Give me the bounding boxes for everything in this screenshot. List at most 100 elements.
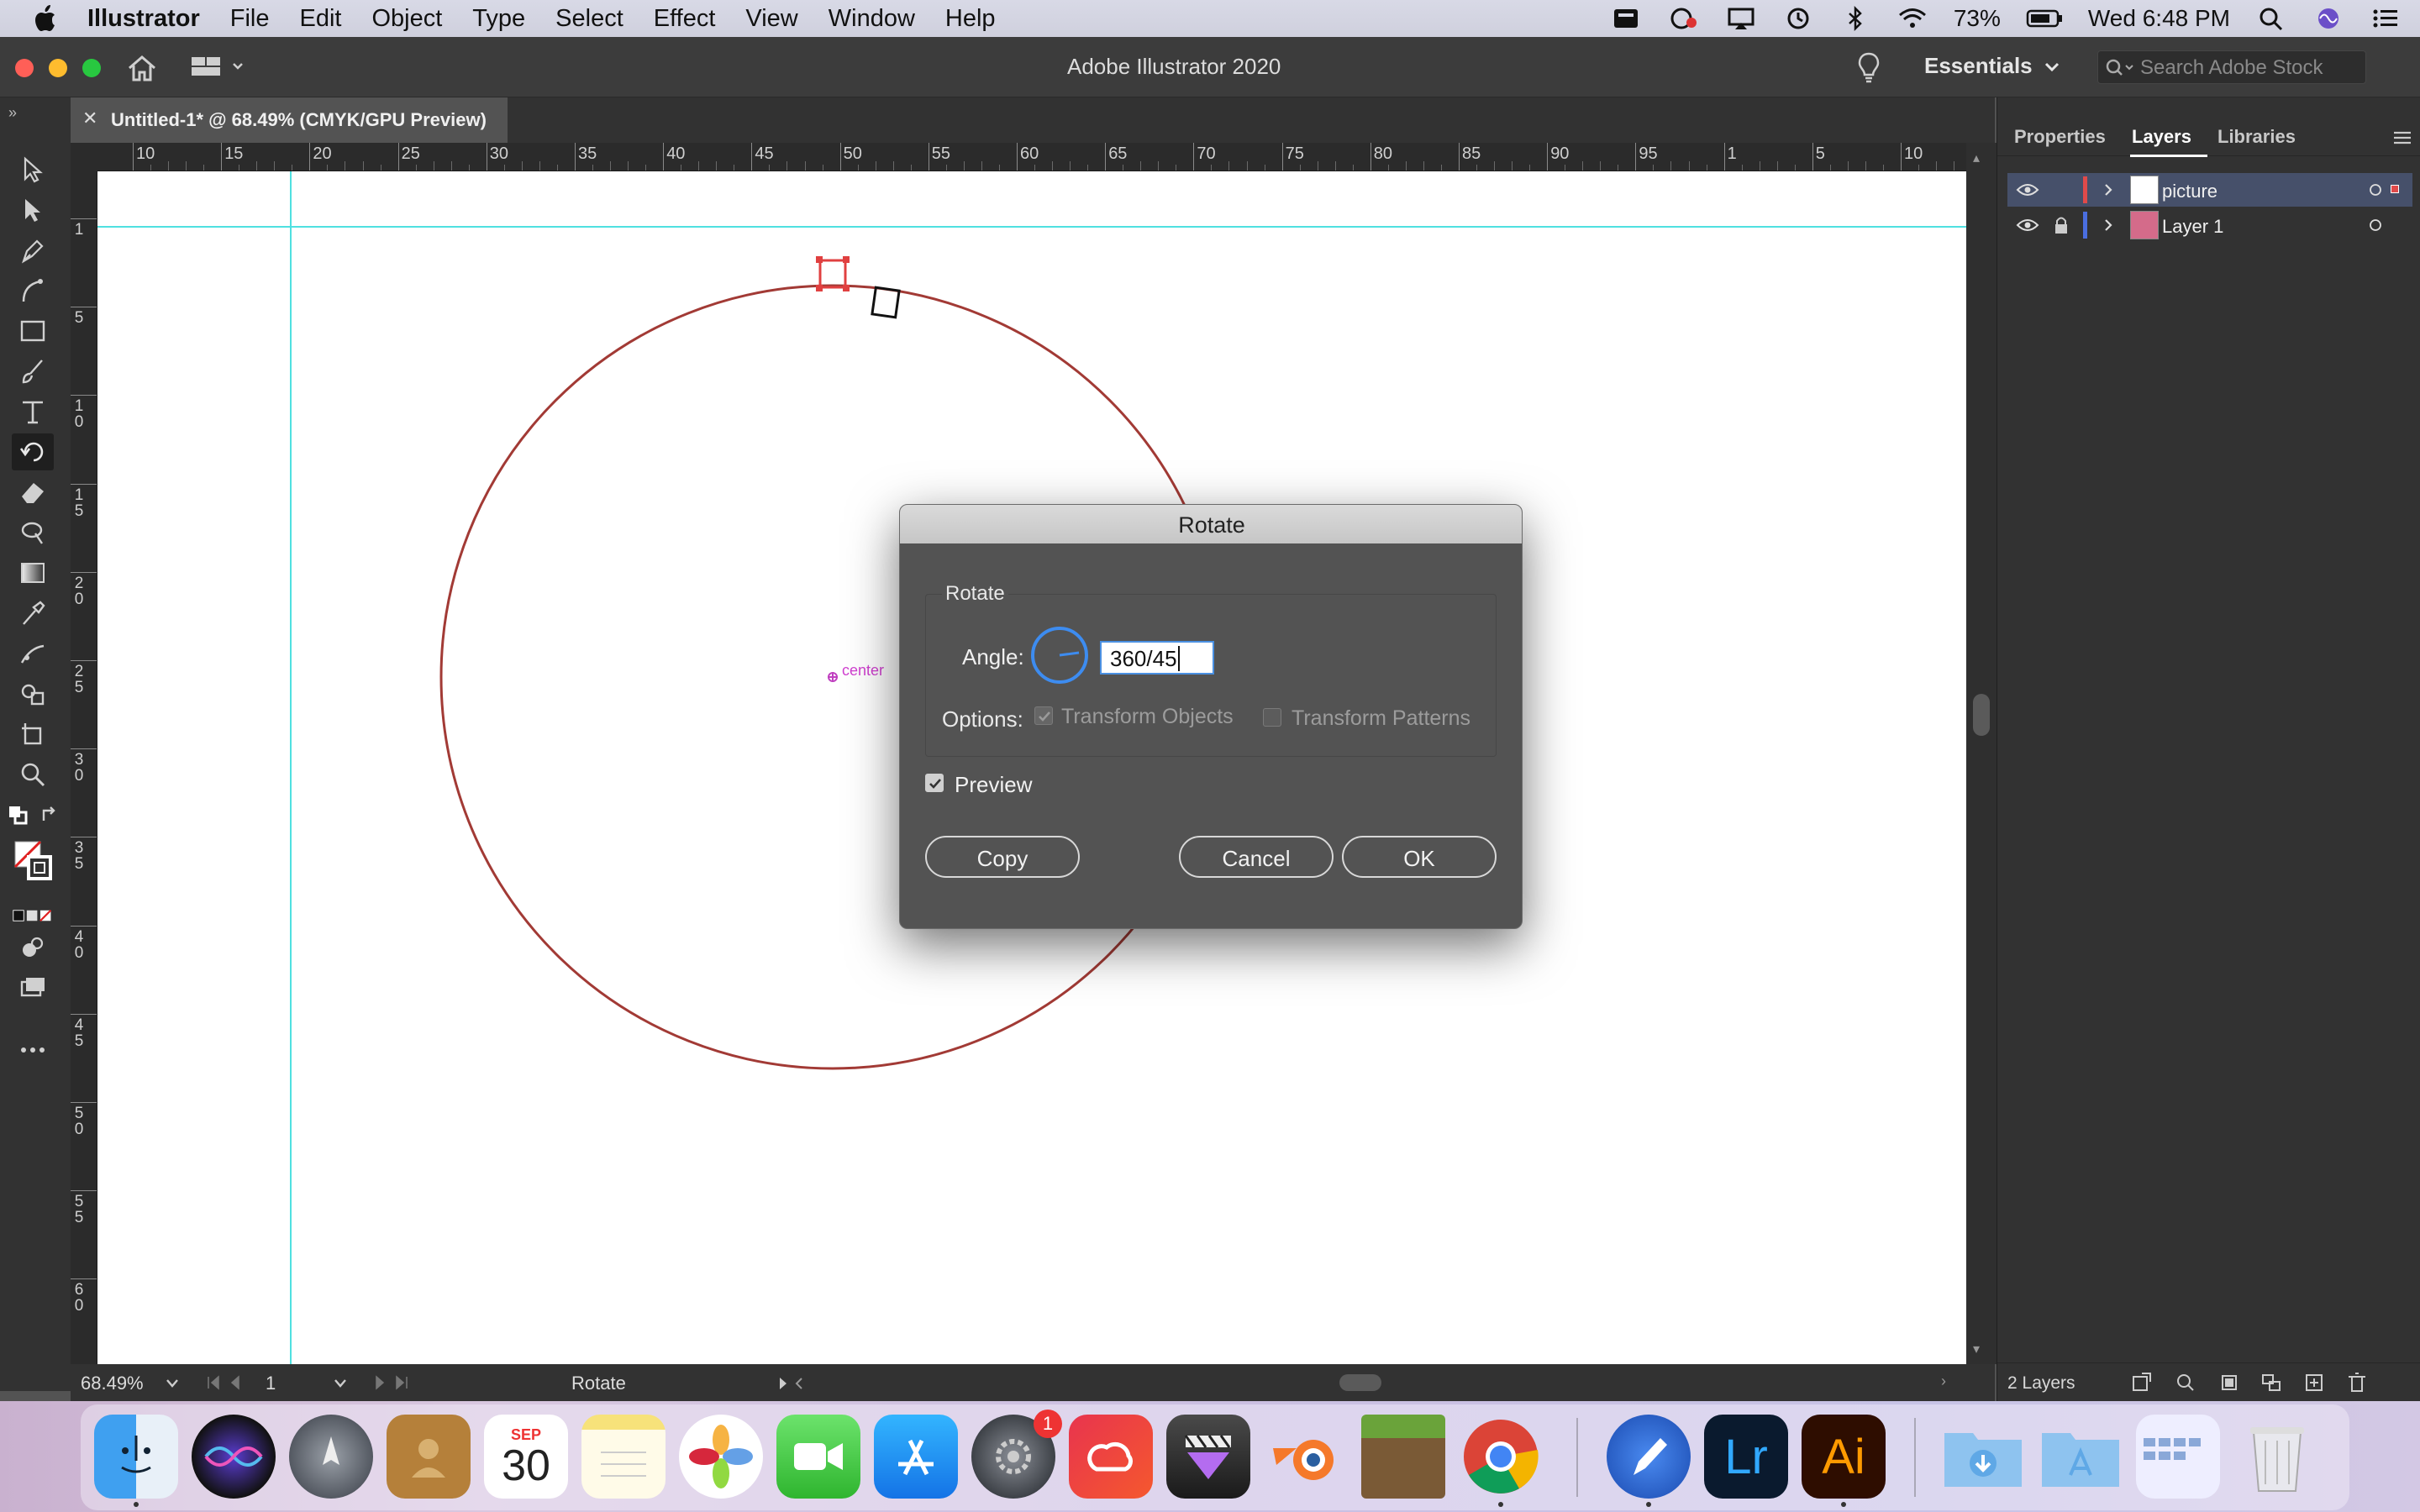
horizontal-scroll-thumb[interactable] [1339, 1374, 1381, 1391]
apple-menu-icon[interactable] [32, 4, 57, 33]
trash-icon[interactable] [2235, 1415, 2319, 1499]
zoom-window-button[interactable] [82, 59, 101, 77]
blender-icon[interactable] [1264, 1415, 1348, 1499]
artboard-tool-icon[interactable] [12, 716, 54, 753]
creative-cloud-icon[interactable] [1069, 1415, 1153, 1499]
cancel-button[interactable]: Cancel [1179, 836, 1334, 878]
menu-edit[interactable]: Edit [299, 5, 341, 33]
vertical-scrollbar[interactable]: ▴ ▾ [1966, 143, 1996, 1364]
transform-objects-checkbox[interactable] [1034, 706, 1053, 725]
tab-libraries[interactable]: Libraries [2217, 126, 2296, 148]
width-tool-icon[interactable] [12, 514, 54, 551]
eraser-tool-icon[interactable] [12, 474, 54, 511]
layer-row-layer-1[interactable]: Layer 1 [2007, 208, 2412, 242]
default-fill-stroke-icon[interactable] [5, 796, 30, 833]
scroll-up-icon[interactable]: ▴ [1973, 150, 1980, 166]
facetime-icon[interactable] [776, 1415, 860, 1499]
notification-bell-icon[interactable] [1611, 6, 1643, 31]
first-prev-artboard-icon[interactable] [205, 1374, 255, 1391]
discover-lightbulb-icon[interactable] [1857, 50, 1881, 84]
appstore-icon[interactable] [874, 1415, 958, 1499]
transform-patterns-checkbox[interactable] [1263, 708, 1281, 727]
artboard-dropdown-icon[interactable] [333, 1378, 348, 1389]
siri-menubar-icon[interactable] [2312, 6, 2344, 31]
adobe-stock-search-input[interactable]: Search Adobe Stock [2097, 50, 2366, 84]
menu-file[interactable]: File [230, 5, 270, 33]
minimize-window-button[interactable] [49, 59, 67, 77]
notes-icon[interactable] [581, 1415, 666, 1499]
expand-layer-chevron-icon[interactable] [2102, 183, 2115, 197]
fill-stroke-swatch[interactable] [12, 837, 54, 887]
menu-type[interactable]: Type [472, 5, 525, 33]
close-window-button[interactable] [15, 59, 34, 77]
lightroom-icon[interactable]: Lr [1704, 1415, 1788, 1499]
contacts-icon[interactable] [387, 1415, 471, 1499]
airplay-icon[interactable] [1725, 6, 1757, 31]
selected-square-handle[interactable] [816, 256, 850, 291]
collapse-toolbar-icon[interactable]: » [8, 104, 17, 122]
rotation-center-point[interactable] [828, 672, 838, 682]
pen-tool-icon[interactable] [12, 232, 54, 269]
selection-tool-icon[interactable] [12, 151, 54, 188]
close-document-icon[interactable]: ✕ [82, 108, 97, 129]
type-tool-icon[interactable] [12, 393, 54, 430]
wifi-icon[interactable] [1897, 6, 1928, 31]
edit-toolbar-more-icon[interactable] [12, 1032, 54, 1068]
menu-app-name[interactable]: Illustrator [87, 5, 200, 33]
zoom-level-field[interactable]: 68.49% [81, 1373, 144, 1394]
rectangle-tool-icon[interactable] [12, 312, 54, 349]
curvature-tool-icon[interactable] [12, 272, 54, 309]
final-cut-icon[interactable] [1166, 1415, 1250, 1499]
tab-properties[interactable]: Properties [2014, 126, 2106, 148]
draw-mode-icon[interactable] [12, 929, 54, 966]
vertical-ruler[interactable]: 1 5 10 15 20 25 30 35 40 45 50 55 60 [71, 171, 97, 1364]
angle-input[interactable]: 360/45 [1100, 641, 1214, 675]
menu-select[interactable]: Select [555, 5, 623, 33]
menu-effect[interactable]: Effect [654, 5, 716, 33]
visibility-eye-icon[interactable] [2016, 183, 2039, 197]
photos-icon[interactable] [679, 1415, 763, 1499]
menu-window[interactable]: Window [829, 5, 915, 33]
menu-view[interactable]: View [745, 5, 797, 33]
layer-actions-icons[interactable] [2132, 1372, 2409, 1394]
eyedropper-tool-icon[interactable] [12, 595, 54, 632]
zoom-dropdown-icon[interactable] [165, 1378, 180, 1389]
document-tab[interactable]: ✕ Untitled-1* @ 68.49% (CMYK/GPU Preview… [71, 97, 508, 143]
menu-object[interactable]: Object [371, 5, 442, 33]
illustrator-icon[interactable]: Ai [1802, 1415, 1886, 1499]
downloads-folder-icon[interactable] [1941, 1415, 2025, 1499]
selection-indicator[interactable] [2391, 185, 2399, 193]
scroll-right-icon[interactable]: › [1941, 1373, 1946, 1390]
siri-icon[interactable] [192, 1415, 276, 1499]
scroll-down-icon[interactable]: ▾ [1973, 1341, 1980, 1357]
gradient-tool-icon[interactable] [12, 554, 54, 591]
finder-icon[interactable] [94, 1415, 178, 1499]
artboard-number-field[interactable]: 1 [266, 1373, 276, 1394]
expand-layer-chevron-icon[interactable] [2102, 218, 2115, 232]
menu-help[interactable]: Help [945, 5, 996, 33]
bluetooth-icon[interactable] [1839, 6, 1871, 31]
spotlight-search-icon[interactable] [2255, 6, 2287, 31]
calendar-icon[interactable]: SEP 30 [484, 1415, 568, 1499]
battery-icon[interactable] [2026, 6, 2063, 31]
panel-menu-icon[interactable] [2392, 129, 2412, 146]
chrome-icon[interactable] [1459, 1415, 1543, 1499]
rotate-tool-icon[interactable] [12, 433, 54, 470]
preview-checkbox[interactable] [925, 774, 944, 792]
screenshot-icon[interactable] [2136, 1415, 2220, 1499]
menubar-clock[interactable]: Wed 6:48 PM [2088, 5, 2230, 32]
ruler-corner[interactable] [71, 143, 97, 171]
vertical-scroll-thumb[interactable] [1973, 694, 1990, 736]
tab-layers[interactable]: Layers [2132, 126, 2191, 148]
shape-builder-tool-icon[interactable] [12, 675, 54, 712]
visibility-eye-icon[interactable] [2016, 218, 2039, 232]
layer-row-picture[interactable]: picture [2007, 173, 2412, 207]
minecraft-icon[interactable] [1361, 1415, 1445, 1499]
horizontal-ruler[interactable]: 10 15 20 25 30 35 40 45 50 55 60 65 70 75 80 85 90 95 1 5 10 [97, 143, 1966, 171]
notification-center-icon[interactable] [2370, 6, 2402, 31]
layer-name[interactable]: picture [2162, 181, 2217, 202]
layer-name[interactable]: Layer 1 [2162, 216, 2223, 238]
ok-button[interactable]: OK [1342, 836, 1497, 878]
launchpad-icon[interactable] [289, 1415, 373, 1499]
applications-folder-icon[interactable] [2039, 1415, 2123, 1499]
